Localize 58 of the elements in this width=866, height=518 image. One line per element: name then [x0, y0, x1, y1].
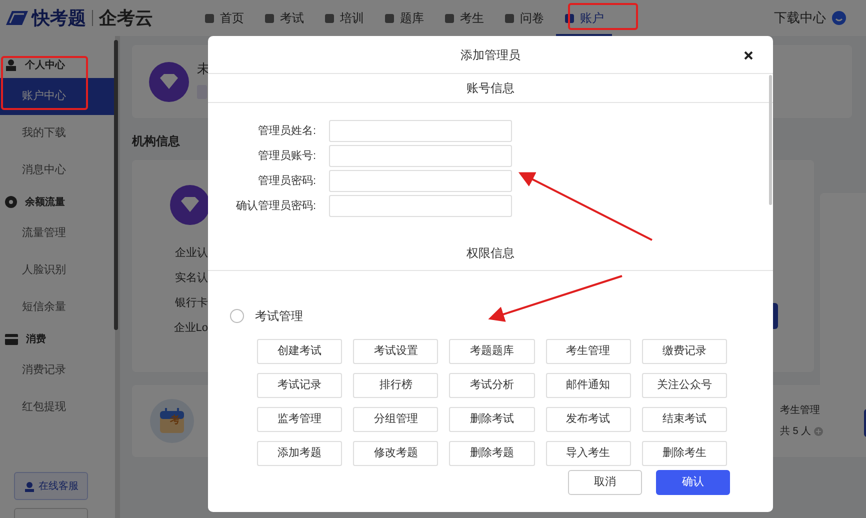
nav-tab[interactable]: 题库	[376, 0, 432, 36]
nav-tab[interactable]: 培训	[316, 0, 372, 36]
sidebar-item[interactable]: 消费记录	[0, 352, 115, 389]
confirm-button[interactable]: 确认	[656, 470, 730, 495]
nav-tab[interactable]: 账户	[556, 0, 612, 36]
permission-button[interactable]: 监考管理	[257, 407, 342, 432]
permission-button[interactable]: 删除考生	[642, 441, 727, 466]
permission-button[interactable]: 关注公众号	[642, 373, 727, 398]
sidebar-item[interactable]: 红包提现	[0, 389, 115, 426]
permission-button[interactable]: 删除考试	[449, 407, 535, 432]
brand-text: 企考云	[99, 6, 153, 30]
permission-button[interactable]: 考生管理	[546, 339, 631, 364]
field-label: 确认管理员密码:	[234, 198, 317, 214]
field-label: 管理员密码:	[256, 174, 317, 189]
permission-button[interactable]: 分组管理	[353, 407, 438, 432]
info-label: 银行卡	[175, 296, 208, 311]
nav-tab[interactable]: 首页	[196, 0, 252, 36]
permission-button[interactable]: 添加考题	[257, 441, 342, 466]
cancel-button[interactable]: 取消	[568, 470, 642, 495]
permission-button[interactable]: 缴费记录	[642, 339, 727, 364]
stat-count: 共 5 人	[780, 424, 812, 439]
section-heading: 权限信息	[466, 244, 514, 262]
logo-text: 快考题	[32, 6, 86, 30]
sidebar-item[interactable]: 我的下载	[0, 115, 115, 152]
permission-button[interactable]: 结束考试	[642, 407, 727, 432]
permission-button[interactable]: 发布考试	[546, 407, 631, 432]
info-label: 企业认	[175, 246, 208, 261]
sidebar-group-title: 余额流量	[25, 195, 65, 210]
section-heading: 账号信息	[466, 80, 514, 97]
sidebar-group-title: 消费	[26, 332, 46, 346]
sidebar-group-title: 个人中心	[25, 58, 65, 72]
permission-button[interactable]: 修改考题	[353, 441, 438, 466]
nav-tab[interactable]: 考试	[256, 0, 312, 36]
permission-group-label: 考试管理	[255, 308, 303, 325]
info-label: 实名认	[175, 271, 208, 286]
dialog-title: 添加管理员	[460, 46, 520, 64]
sidebar-item[interactable]: 短信余量	[0, 289, 115, 326]
stat-title: 考生管理	[780, 404, 821, 418]
section-title: 机构信息	[132, 133, 181, 150]
permission-button[interactable]: 排行榜	[353, 373, 438, 398]
sidebar-item[interactable]: 消息中心	[0, 152, 115, 189]
field-label: 管理员账号:	[256, 148, 317, 164]
permission-button[interactable]: 导入考生	[546, 441, 631, 466]
permission-button[interactable]: 创建考试	[257, 339, 342, 364]
nav-tab[interactable]: 考生	[436, 0, 492, 36]
sidebar-item[interactable]: 流量管理	[0, 215, 115, 252]
sidebar-item[interactable]: 账户中心	[0, 78, 115, 115]
permission-button[interactable]: 删除考题	[449, 441, 535, 466]
info-label: 企业Lo	[174, 321, 208, 336]
field-label: 管理员姓名:	[256, 124, 317, 139]
sidebar-item[interactable]: 人脸识别	[0, 252, 115, 289]
permission-button[interactable]: 邮件通知	[546, 373, 631, 398]
download-link[interactable]: 下载中心	[774, 8, 826, 28]
permission-button[interactable]: 考试记录	[257, 373, 342, 398]
permission-button[interactable]: 考试分析	[449, 373, 535, 398]
permission-button[interactable]: 考题题库	[449, 339, 535, 364]
permission-button[interactable]: 考试设置	[353, 339, 438, 364]
nav-tab[interactable]: 问卷	[496, 0, 552, 36]
